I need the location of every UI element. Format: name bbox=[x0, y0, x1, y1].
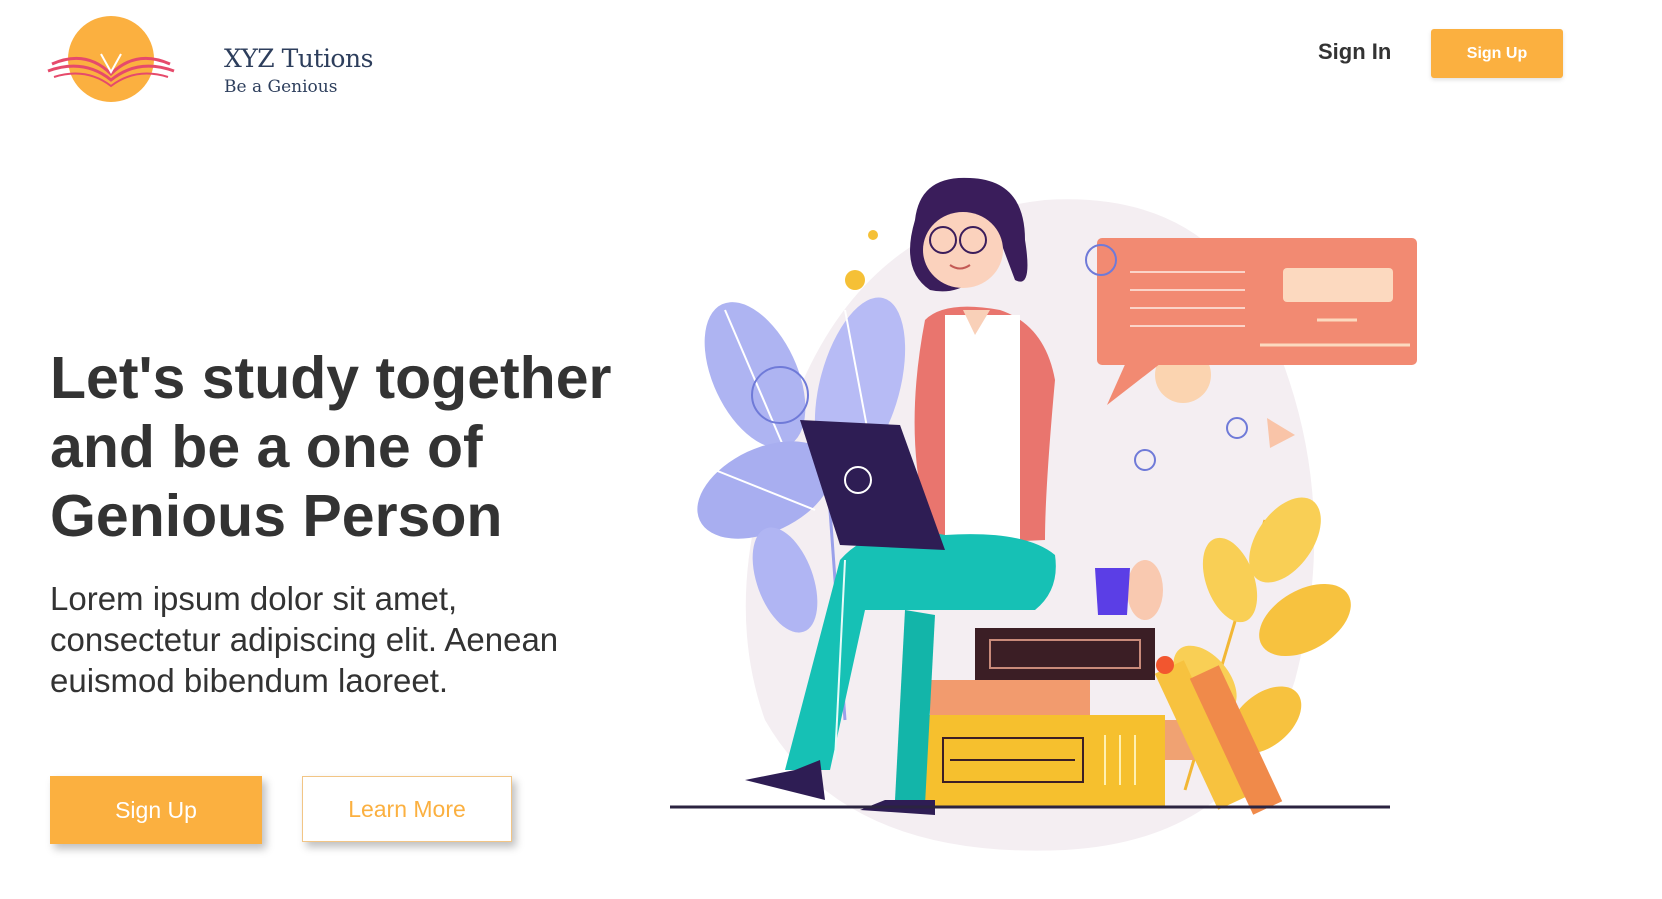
student-laptop-illustration bbox=[670, 177, 1417, 851]
brand-tagline: Be a Genious bbox=[224, 77, 338, 97]
brand-logo[interactable]: XYZ Tutions Be a Genious bbox=[46, 14, 373, 106]
header-sign-up-button[interactable]: Sign Up bbox=[1431, 29, 1563, 78]
hero-description: Lorem ipsum dolor sit amet, consectetur … bbox=[50, 580, 559, 699]
brand-name: XYZ Tutions bbox=[224, 44, 373, 73]
logo-emblem-icon bbox=[47, 16, 175, 102]
sign-in-link[interactable]: Sign In bbox=[1318, 39, 1391, 65]
learn-more-button[interactable]: Learn More bbox=[302, 776, 512, 842]
hero-sign-up-button[interactable]: Sign Up bbox=[50, 776, 262, 844]
hero-headline: Let's study together and be a one of Gen… bbox=[50, 345, 612, 549]
mug-icon bbox=[1095, 568, 1130, 615]
